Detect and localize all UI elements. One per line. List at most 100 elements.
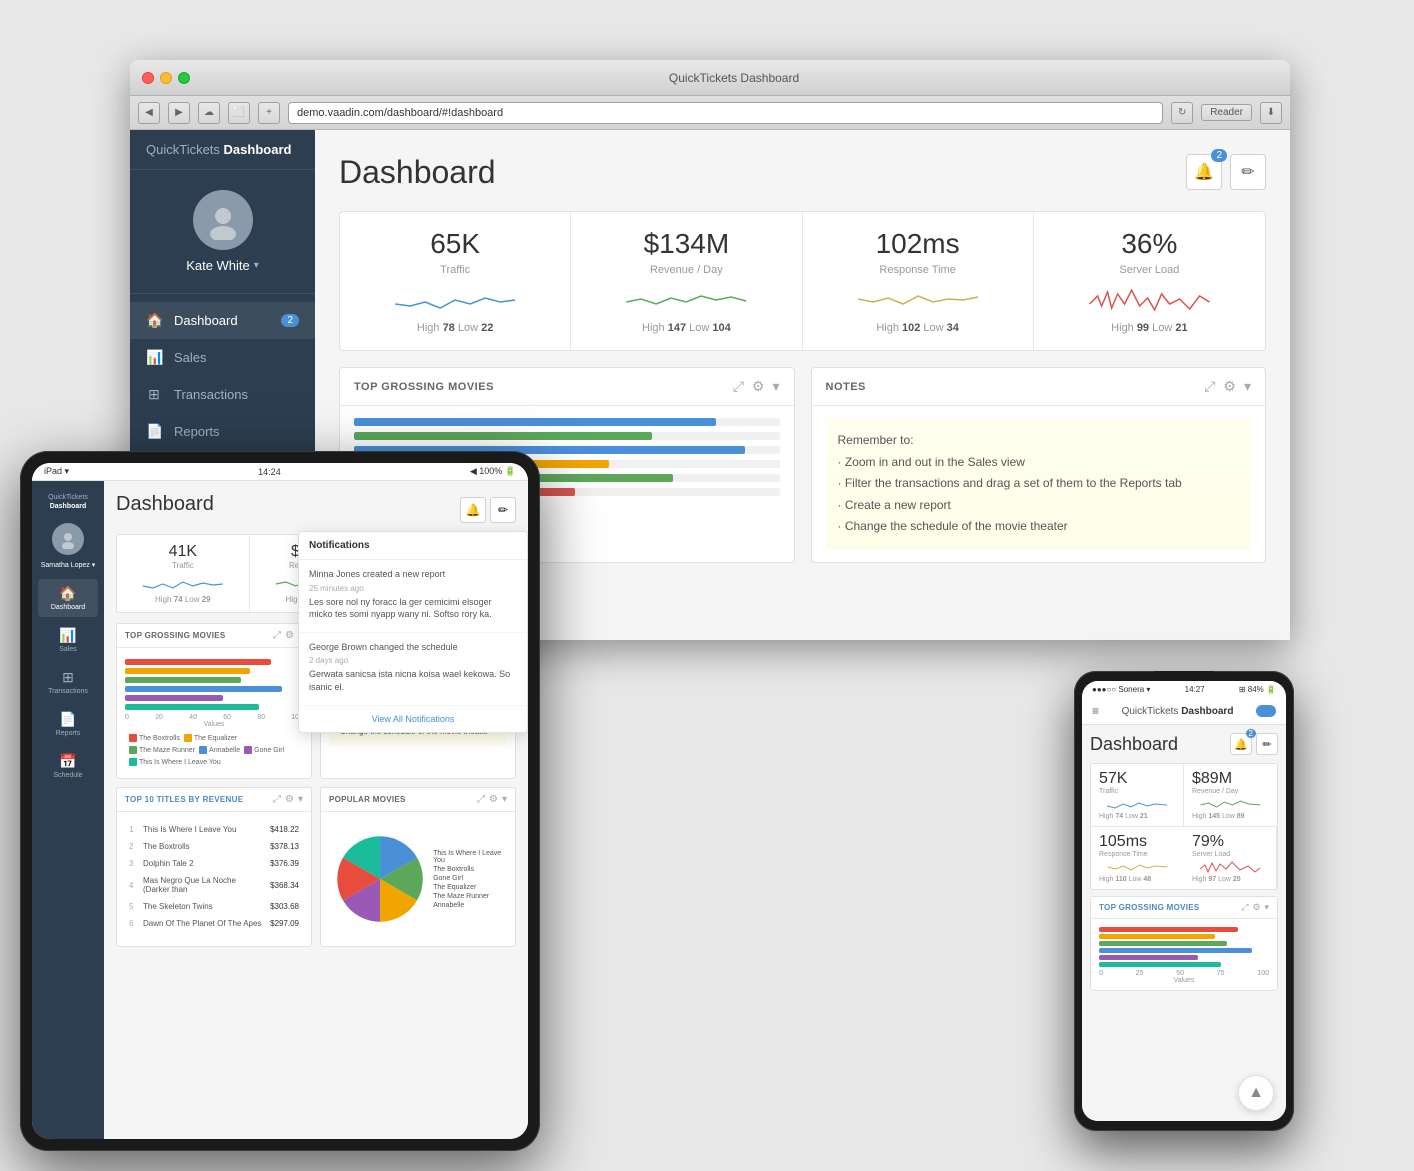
iphone-revenue-stat: $89M Revenue / Day High 145 Low 89: [1184, 764, 1277, 827]
ipad-popular-title: POPULAR MOVIES: [329, 795, 406, 804]
ipad-schedule-icon: 📅: [59, 753, 76, 770]
settings-icon[interactable]: ⚙: [285, 794, 294, 805]
iphone-toggle[interactable]: [1256, 705, 1276, 717]
expand-icon[interactable]: ⤢: [273, 794, 281, 805]
reader-button[interactable]: Reader: [1201, 104, 1252, 121]
ipad-nav-transactions[interactable]: ⊞ Transactions: [38, 663, 98, 701]
page-header: Dashboard 🔔 2 ✏: [339, 154, 1266, 191]
iphone-server-stat: 79% Server Load High 97 Low 25: [1184, 827, 1277, 889]
iphone-screen: ●●●○○ Sonera ▾ 14:27 ⊞ 84% 🔋 ≡ QuickTick…: [1082, 681, 1286, 1121]
dashboard-icon: 🏠: [146, 312, 162, 329]
reports-icon: 📄: [146, 423, 162, 440]
notes-title: NOTES: [826, 381, 866, 393]
sidebar-item-label: Transactions: [174, 387, 248, 402]
iphone-panel-title: TOP GROSSING MOVIES: [1099, 903, 1200, 912]
ipad-top-grossing: TOP GROSSING MOVIES ⤢ ⚙ ▾: [116, 623, 312, 779]
hamburger-icon[interactable]: ≡: [1092, 704, 1099, 718]
chevron-icon[interactable]: ▾: [298, 794, 303, 805]
ipad-nav-schedule[interactable]: 📅 Schedule: [38, 747, 98, 785]
ipad-nav-label: Reports: [56, 730, 81, 737]
back-button[interactable]: ◀: [138, 102, 160, 124]
notes-content[interactable]: Remember to: · Zoom in and out in the Sa…: [826, 418, 1252, 550]
pie-chart-container: This Is Where I Leave You The Boxtrolls …: [329, 820, 507, 938]
chart-axis-label: Values: [125, 721, 303, 728]
ipad-top10-panel: TOP 10 TITLES BY REVENUE ⤢ ⚙ ▾ 1This Is …: [116, 787, 312, 947]
settings-icon[interactable]: ⚙: [285, 630, 294, 641]
settings-icon[interactable]: ⚙: [489, 794, 498, 805]
expand-icon[interactable]: ⤢: [1241, 902, 1248, 913]
ipad-nav-reports[interactable]: 📄 Reports: [38, 705, 98, 743]
pie-labels: This Is Where I Leave You The Boxtrolls …: [433, 848, 503, 911]
iphone-appbar: ≡ QuickTickets Dashboard: [1082, 698, 1286, 725]
settings-icon[interactable]: ⚙: [1252, 902, 1260, 913]
address-bar[interactable]: demo.vaadin.com/dashboard/#!dashboard: [288, 102, 1163, 124]
sidebar-item-sales[interactable]: 📊 Sales: [130, 339, 315, 376]
close-button[interactable]: [142, 72, 154, 84]
expand-icon[interactable]: ⤢: [477, 794, 485, 805]
expand-icon[interactable]: ⤢: [1204, 378, 1215, 395]
iphone-response-label: Response Time: [1099, 851, 1176, 858]
settings-icon[interactable]: ⚙: [752, 378, 765, 395]
edit-button[interactable]: ✏: [1230, 154, 1266, 190]
ipad-top10-body: 1This Is Where I Leave You$418.22 2The B…: [117, 812, 311, 941]
ipad-traffic-value: 41K: [127, 543, 239, 561]
notif-time: 25 minutes ago: [309, 584, 517, 593]
ipad-edit-button[interactable]: ✏: [490, 497, 516, 523]
iphone-traffic-value: 57K: [1099, 770, 1175, 788]
traffic-sparkline: [360, 284, 550, 314]
maximize-button[interactable]: [178, 72, 190, 84]
ipad-page-title: Dashboard: [116, 493, 214, 516]
ipad-nav-dashboard[interactable]: 🏠 Dashboard: [38, 579, 98, 617]
expand-icon[interactable]: ⤢: [733, 378, 744, 395]
revenue-value: $134M: [591, 228, 781, 260]
refresh-button[interactable]: ↻: [1171, 102, 1193, 124]
iphone-bell-button[interactable]: 🔔 2: [1230, 733, 1252, 755]
ipad-main: Dashboard 🔔 ✏ 41K Traffic: [104, 481, 528, 1139]
forward-button[interactable]: ▶: [168, 102, 190, 124]
bar-row: [354, 432, 780, 440]
iphone-edit-button[interactable]: ✏: [1256, 733, 1278, 755]
chevron-down-icon[interactable]: ▾: [772, 378, 779, 395]
view-all-notifications[interactable]: View All Notifications: [299, 706, 527, 732]
server-range: High 99 Low 21: [1054, 322, 1245, 334]
iphone-carrier: ●●●○○ Sonera ▾: [1092, 685, 1150, 694]
panel-actions: ⤢ ⚙ ▾: [733, 378, 780, 395]
ipad-traffic-sparkline: [127, 574, 239, 592]
sidebar-item-transactions[interactable]: ⊞ Transactions: [130, 376, 315, 413]
dashboard-badge: 2: [281, 314, 299, 327]
iphone-panel-actions: ⤢ ⚙ ▾: [1241, 902, 1269, 913]
settings-icon[interactable]: ⚙: [1223, 378, 1236, 395]
ipad-bell-button[interactable]: 🔔: [460, 497, 486, 523]
ipad-top10-title: TOP 10 TITLES BY REVENUE: [125, 795, 243, 804]
browser-title: QuickTickets Dashboard: [190, 71, 1278, 85]
panel-header: TOP GROSSING MOVIES ⤢ ⚙ ▾: [340, 368, 794, 406]
notifications-button[interactable]: 🔔 2: [1186, 154, 1222, 190]
ipad-nav-sales[interactable]: 📊 Sales: [38, 621, 98, 659]
share-button[interactable]: ⬜: [228, 102, 250, 124]
iphone-panel-body: 0255075100 Values: [1091, 919, 1277, 990]
sales-icon: 📊: [146, 349, 162, 366]
header-actions: 🔔 2 ✏: [1186, 154, 1266, 190]
iphone-panel-header: TOP GROSSING MOVIES ⤢ ⚙ ▾: [1091, 897, 1277, 919]
chevron-icon[interactable]: ▾: [1264, 902, 1269, 913]
response-range: High 102 Low 34: [823, 322, 1013, 334]
iphone-traffic-range: High 74 Low 21: [1099, 813, 1175, 820]
scroll-indicator[interactable]: ▲: [1238, 1075, 1274, 1111]
chevron-down-icon[interactable]: ▾: [1244, 378, 1251, 395]
ipad-traffic-range: High 74 Low 29: [127, 595, 239, 604]
table-row: 6Dawn Of The Planet Of The Apes$297.09: [127, 916, 301, 931]
bar-row: [354, 418, 780, 426]
new-tab-button[interactable]: +: [258, 102, 280, 124]
minimize-button[interactable]: [160, 72, 172, 84]
expand-icon[interactable]: ⤢: [273, 630, 281, 641]
download-button[interactable]: ⬇: [1260, 102, 1282, 124]
sidebar-item-dashboard[interactable]: 🏠 Dashboard 2: [130, 302, 315, 339]
sidebar-user[interactable]: Kate White ▾: [130, 170, 315, 294]
chevron-icon[interactable]: ▾: [502, 794, 507, 805]
sidebar-item-reports[interactable]: 📄 Reports: [130, 413, 315, 450]
iphone-top-grossing: TOP GROSSING MOVIES ⤢ ⚙ ▾: [1090, 896, 1278, 991]
cloud-button[interactable]: ☁: [198, 102, 220, 124]
table-row: 5The Skeleton Twins$303.68: [127, 899, 301, 914]
ipad-status-center: 14:24: [258, 467, 281, 477]
browser-titlebar: QuickTickets Dashboard: [130, 60, 1290, 96]
